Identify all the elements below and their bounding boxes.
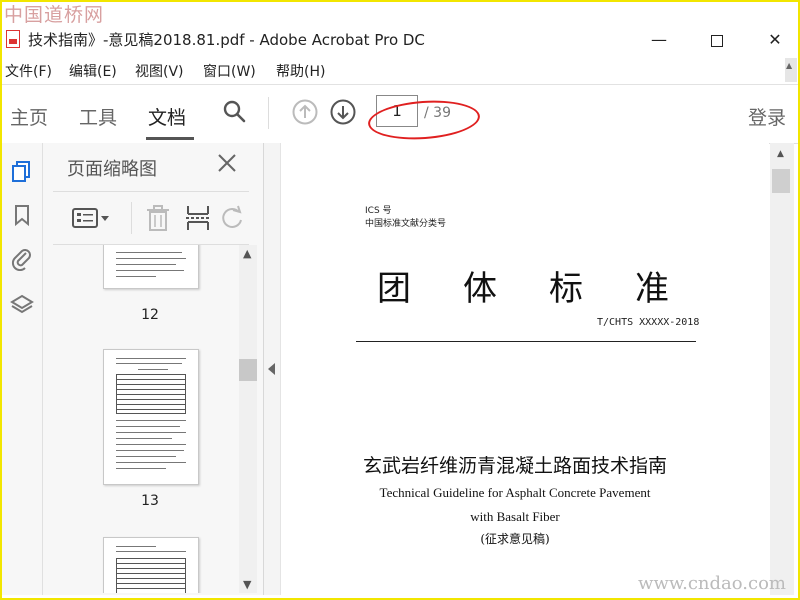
page-thumbnails-panel: 页面缩略图 12 13 ▲ ▼ [43,143,264,595]
tab-document[interactable]: 文档 [148,103,186,130]
toolbar-separator [268,97,269,129]
menu-help[interactable]: 帮助(H) [276,61,325,81]
scrollbar-thumb[interactable] [239,359,257,381]
title-bar: 技术指南》-意见稿2018.81.pdf - Adobe Acrobat Pro… [2,26,798,54]
thumbnail-label: 13 [141,493,159,509]
main-toolbar: 主页 工具 文档 / 39 登录 [2,84,798,144]
doc-divider [356,341,696,342]
doc-ics-number: ICS 号 [365,206,392,216]
panel-title: 页面缩略图 [67,159,157,180]
document-scrollbar[interactable]: ▲ [770,143,794,595]
previous-page-icon[interactable] [292,99,318,125]
tab-tools[interactable]: 工具 [79,103,117,130]
thumbnail-list: 12 13 [53,245,237,593]
close-button[interactable]: ✕ [752,26,798,54]
navigation-rail [2,143,43,595]
thumbnail-page-12[interactable] [103,245,199,289]
attachment-icon[interactable] [10,247,34,271]
active-tab-indicator [146,137,194,140]
thumbnail-scrollbar[interactable]: ▲ ▼ [239,245,257,593]
thumbnail-toolbar [53,191,249,245]
doc-chinese-title: 玄武岩纤维沥青混凝土路面技术指南 [362,455,667,477]
maximize-icon [711,34,723,47]
pdf-file-icon [6,30,20,48]
doc-english-title-line2: with Basalt Fiber [470,509,560,524]
menu-view[interactable]: 视图(V) [135,61,184,81]
options-menu-icon[interactable] [71,204,111,232]
tool-separator [131,202,132,234]
collapse-panel-handle[interactable] [264,143,281,595]
thumbnail-page-14[interactable] [103,537,199,593]
doc-standard-code: T/CHTS XXXXX-2018 [597,317,700,328]
layers-icon[interactable] [10,293,34,317]
search-icon[interactable] [222,99,246,123]
rotate-page-icon[interactable] [221,204,245,232]
login-link[interactable]: 登录 [748,103,786,130]
watermark-top: 中国道桥网 [4,4,105,26]
menu-window[interactable]: 窗口(W) [203,61,256,81]
document-page: ICS 号 中国标准文献分类号 团体标准 T/CHTS XXXXX-2018 玄… [281,143,769,595]
scrollbar-thumb[interactable] [772,169,790,193]
pages-icon[interactable] [10,159,34,183]
thumbnail-page-13[interactable] [103,349,199,485]
doc-group-standard-title: 团体标准 [377,269,721,309]
maximize-button[interactable] [694,26,740,54]
watermark-bottom: www.cndao.com [638,573,786,594]
delete-page-icon[interactable] [143,204,173,232]
bookmark-icon[interactable] [10,203,34,227]
menu-file[interactable]: 文件(F) [5,61,52,81]
doc-english-title-line1: Technical Guideline for Asphalt Concrete… [379,485,651,500]
insert-page-icon[interactable] [183,204,213,232]
scroll-up-icon[interactable]: ▲ [243,247,251,260]
menu-edit[interactable]: 编辑(E) [69,61,117,81]
close-panel-icon[interactable] [215,151,239,175]
thumbnail-label: 12 [141,307,159,323]
next-page-icon[interactable] [330,99,356,125]
doc-draft-note: (征求意见稿) [480,532,550,546]
doc-classification: 中国标准文献分类号 [365,219,447,229]
scroll-down-icon[interactable]: ▼ [243,578,251,591]
menu-bar: 文件(F) 编辑(E) 视图(V) 窗口(W) 帮助(H) [2,58,798,82]
minimize-button[interactable]: — [636,26,682,54]
menu-scroll-up[interactable] [785,58,797,82]
window-title: 技术指南》-意见稿2018.81.pdf - Adobe Acrobat Pro… [28,31,425,49]
tab-home[interactable]: 主页 [10,103,48,130]
scroll-up-icon[interactable]: ▲ [777,149,784,159]
